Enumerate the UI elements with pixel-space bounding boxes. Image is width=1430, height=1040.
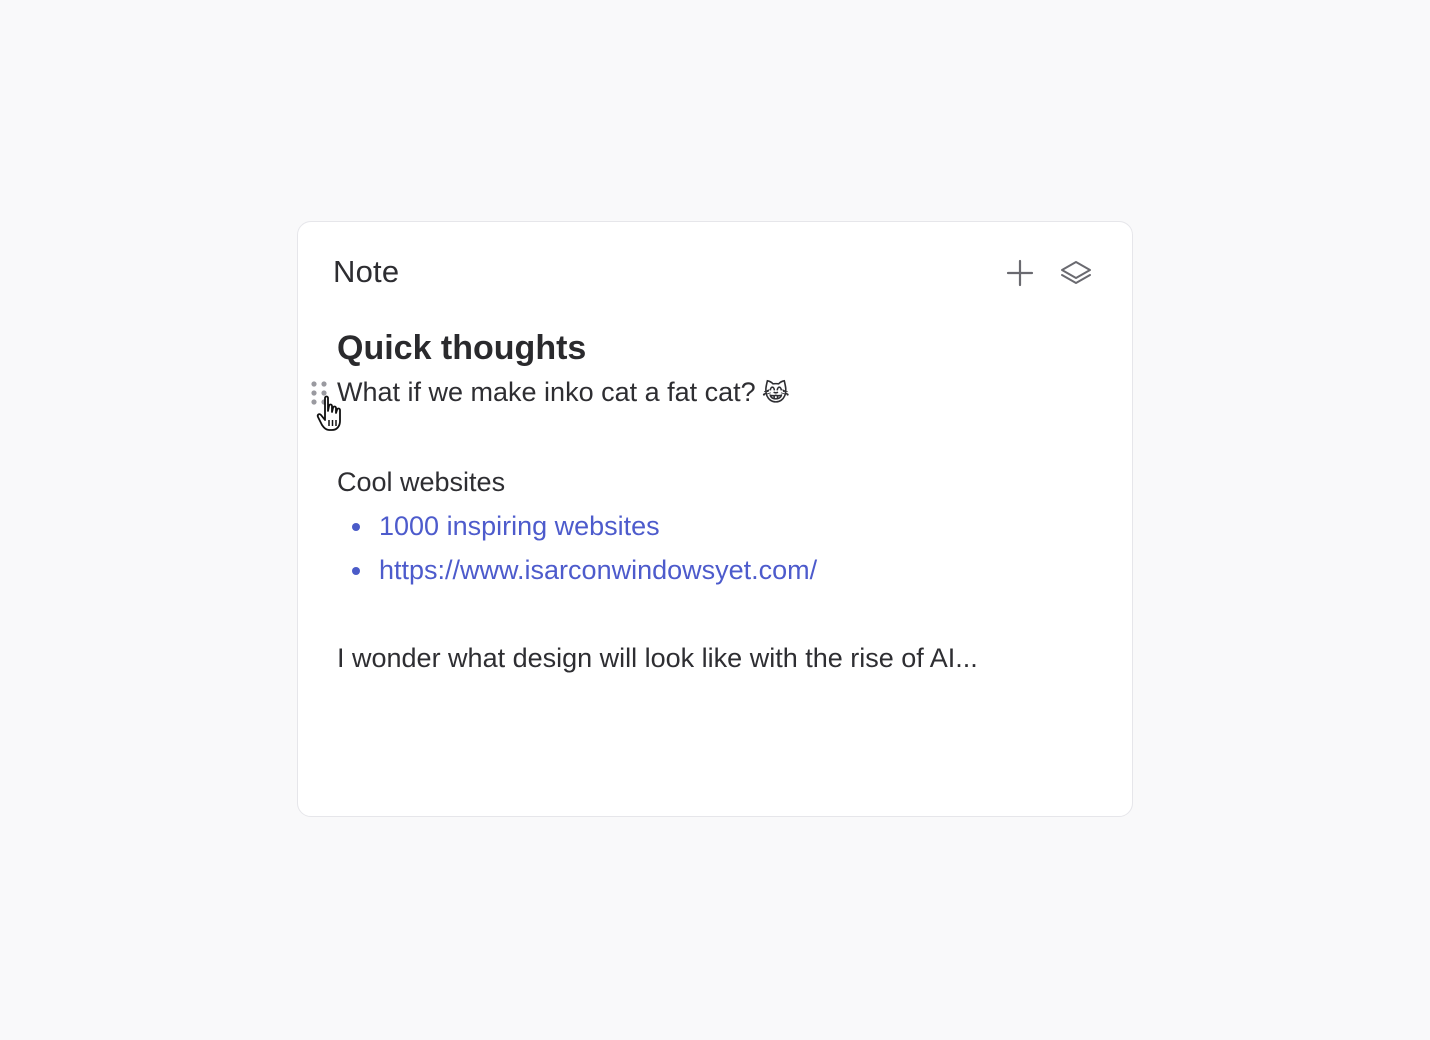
- thought-text: What if we make inko cat a fat cat?: [337, 377, 756, 407]
- note-content[interactable]: Quick thoughts What if we make inko cat …: [337, 326, 1097, 680]
- link-isarconwindowsyet[interactable]: https://www.isarconwindowsyet.com/: [379, 555, 817, 585]
- note-title: Note: [333, 254, 400, 289]
- closing-line: I wonder what design will look like with…: [337, 643, 978, 673]
- link-inspiring-websites[interactable]: 1000 inspiring websites: [379, 511, 660, 541]
- thought-line: What if we make inko cat a fat cat? 😹: [337, 370, 1097, 416]
- layers-button[interactable]: [1058, 255, 1094, 291]
- cat-emoji: 😹: [761, 380, 790, 407]
- link-list: 1000 inspiring websites https://www.isar…: [337, 504, 1097, 592]
- plus-icon: [1006, 259, 1034, 287]
- add-button[interactable]: [1002, 255, 1038, 291]
- bullet: [352, 523, 360, 531]
- layers-icon: [1061, 261, 1091, 284]
- hand-cursor-icon: [316, 395, 341, 431]
- section-title: Cool websites: [337, 467, 506, 497]
- note-card: Note Quick thoughts What if we make inko…: [297, 221, 1133, 817]
- bullet: [352, 567, 360, 575]
- list-item: 1000 inspiring websites: [337, 504, 1097, 548]
- list-item: https://www.isarconwindowsyet.com/: [337, 548, 1097, 592]
- note-heading: Quick thoughts: [337, 329, 587, 367]
